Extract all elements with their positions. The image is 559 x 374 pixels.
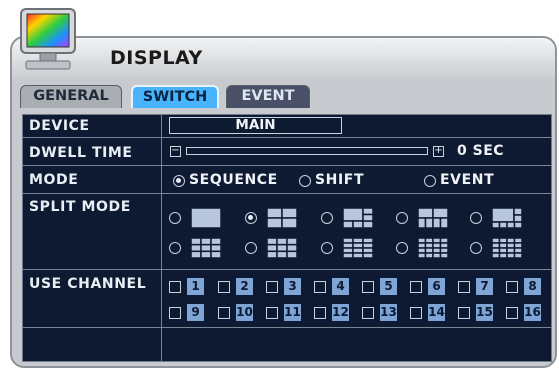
- title-bar: DISPLAY: [12, 38, 555, 80]
- dwell-time-slider[interactable]: [186, 147, 428, 155]
- channel-number-badge: 8: [524, 278, 541, 295]
- split-layout-six-icon[interactable]: [343, 208, 373, 228]
- split-layout-eight-icon[interactable]: [418, 208, 448, 228]
- channel-number-badge: 10: [236, 304, 253, 321]
- row-divider: [23, 193, 551, 194]
- split-mode-radio[interactable]: [470, 212, 482, 224]
- channel-number-badge: 13: [380, 304, 397, 321]
- split-mode-radio[interactable]: [169, 212, 181, 224]
- split-mode-radio[interactable]: [396, 242, 408, 254]
- channel-number-badge: 5: [380, 278, 397, 295]
- split-layout-nine-alt-icon[interactable]: [492, 208, 522, 228]
- split-mode-radio[interactable]: [470, 242, 482, 254]
- row-divider: [23, 327, 551, 328]
- split-mode-radio[interactable]: [321, 212, 333, 224]
- channel-13-checkbox[interactable]: [362, 307, 374, 319]
- channel-number-badge: 16: [524, 304, 541, 321]
- channel-7-checkbox[interactable]: [458, 281, 470, 293]
- channel-14-checkbox[interactable]: [410, 307, 422, 319]
- channel-1-checkbox[interactable]: [169, 281, 181, 293]
- channel-11-checkbox[interactable]: [266, 307, 278, 319]
- window-title: DISPLAY: [110, 47, 203, 69]
- split-layout-thirteen-icon[interactable]: [343, 238, 373, 258]
- channel-10-checkbox[interactable]: [218, 307, 230, 319]
- split-mode-radio[interactable]: [245, 212, 257, 224]
- channel-number-badge: 6: [428, 278, 445, 295]
- channel-number-badge: 4: [332, 278, 349, 295]
- channel-number-badge: 2: [236, 278, 253, 295]
- row-divider: [23, 137, 551, 138]
- tab-switch[interactable]: SWITCH: [131, 85, 219, 108]
- channel-number-badge: 15: [476, 304, 493, 321]
- channel-number-badge: 7: [476, 278, 493, 295]
- split-mode-label: SPLIT MODE: [29, 199, 131, 215]
- split-mode-radio[interactable]: [245, 242, 257, 254]
- split-layout-ten-icon[interactable]: [267, 238, 297, 258]
- row-divider: [23, 269, 551, 270]
- channel-number-badge: 9: [187, 304, 204, 321]
- channel-15-checkbox[interactable]: [458, 307, 470, 319]
- mode-label: MODE: [29, 172, 79, 188]
- mode-shift-label: SHIFT: [315, 172, 365, 188]
- channel-number-badge: 3: [284, 278, 301, 295]
- tab-general[interactable]: GENERAL: [20, 85, 122, 108]
- split-mode-radio[interactable]: [169, 242, 181, 254]
- split-layout-quad-icon[interactable]: [267, 208, 297, 228]
- row-divider: [23, 165, 551, 166]
- use-channel-label: USE CHANNEL: [29, 276, 147, 292]
- tab-event[interactable]: EVENT: [226, 85, 310, 108]
- channel-8-checkbox[interactable]: [506, 281, 518, 293]
- mode-sequence-label: SEQUENCE: [189, 172, 278, 188]
- channel-number-badge: 12: [332, 304, 349, 321]
- mode-event-label: EVENT: [440, 172, 495, 188]
- dwell-time-label: DWELL TIME: [29, 145, 133, 161]
- split-layout-sixteen-icon[interactable]: [418, 238, 448, 258]
- mode-sequence-radio[interactable]: [173, 175, 185, 187]
- split-layout-single-icon[interactable]: [191, 208, 221, 228]
- split-mode-radio[interactable]: [321, 242, 333, 254]
- column-divider: [161, 115, 162, 361]
- monitor-icon: [20, 8, 76, 70]
- dwell-decrease-button[interactable]: −: [170, 146, 181, 157]
- split-mode-radio[interactable]: [396, 212, 408, 224]
- channel-2-checkbox[interactable]: [218, 281, 230, 293]
- channel-number-badge: 14: [428, 304, 445, 321]
- split-layout-nine-icon[interactable]: [191, 238, 221, 258]
- channel-4-checkbox[interactable]: [314, 281, 326, 293]
- channel-number-badge: 11: [284, 304, 301, 321]
- device-label: DEVICE: [29, 118, 90, 134]
- channel-3-checkbox[interactable]: [266, 281, 278, 293]
- channel-9-checkbox[interactable]: [169, 307, 181, 319]
- dwell-time-value: 0 SEC: [457, 143, 505, 159]
- device-select[interactable]: MAIN: [169, 117, 342, 134]
- settings-table: DEVICE MAIN DWELL TIME − + 0 SEC MODE SE…: [22, 114, 552, 362]
- channel-5-checkbox[interactable]: [362, 281, 374, 293]
- split-layout-grid-16-icon[interactable]: [492, 238, 522, 258]
- channel-12-checkbox[interactable]: [314, 307, 326, 319]
- channel-number-badge: 1: [187, 278, 204, 295]
- dwell-increase-button[interactable]: +: [433, 146, 444, 157]
- mode-event-radio[interactable]: [424, 175, 436, 187]
- channel-6-checkbox[interactable]: [410, 281, 422, 293]
- channel-16-checkbox[interactable]: [506, 307, 518, 319]
- mode-shift-radio[interactable]: [299, 175, 311, 187]
